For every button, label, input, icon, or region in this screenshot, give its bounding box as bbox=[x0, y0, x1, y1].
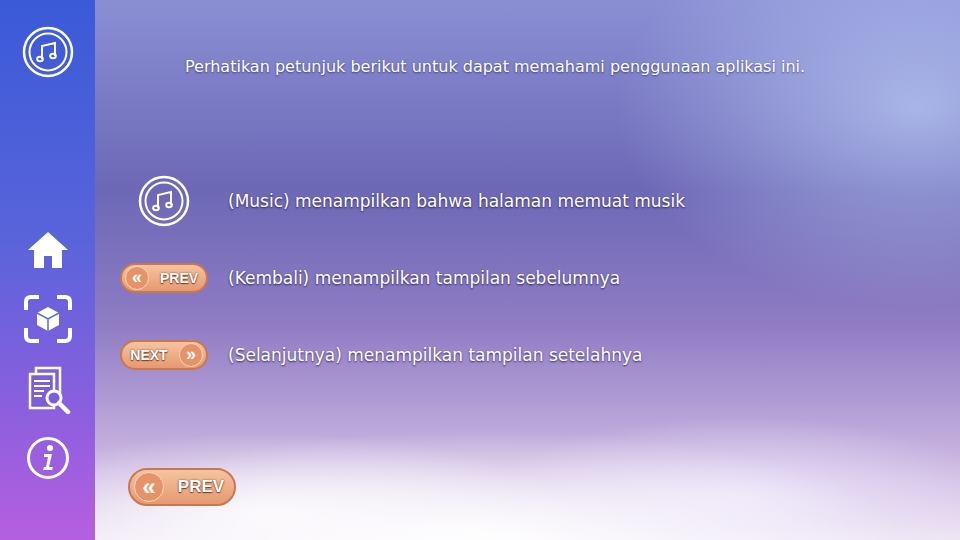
button-label: PREV bbox=[172, 477, 230, 497]
prev-button[interactable]: « PREV bbox=[128, 468, 236, 506]
legend-description: (Kembali) menampilkan tampilan sebelumny… bbox=[228, 268, 620, 288]
info-icon bbox=[26, 436, 70, 480]
sidebar bbox=[0, 0, 95, 540]
documents-button[interactable] bbox=[24, 366, 72, 414]
legend-description: (Selanjutnya) menampilkan tampilan setel… bbox=[228, 345, 642, 365]
music-button[interactable] bbox=[22, 26, 74, 78]
arrow-glyph: « bbox=[134, 472, 164, 502]
instruction-text: Perhatikan petunjuk berikut untuk dapat … bbox=[185, 57, 960, 76]
next-sample-button: » NEXT bbox=[120, 340, 208, 370]
home-icon bbox=[26, 228, 70, 272]
sidebar-nav bbox=[23, 228, 73, 480]
music-icon bbox=[138, 175, 190, 227]
info-button[interactable] bbox=[26, 436, 70, 480]
legend-row: » NEXT (Selanjutnya) menampilkan tampilan … bbox=[120, 328, 960, 381]
music-icon bbox=[22, 26, 74, 78]
prev-sample-button: « PREV bbox=[120, 263, 208, 293]
instructions-panel: Perhatikan petunjuk berikut untuk dapat … bbox=[95, 0, 960, 540]
ar-button[interactable] bbox=[23, 294, 73, 344]
document-search-icon bbox=[24, 366, 72, 414]
arrow-glyph: « bbox=[125, 266, 149, 290]
footer: « PREV bbox=[120, 468, 960, 506]
button-label: PREV bbox=[155, 270, 203, 286]
app-screen: Perhatikan petunjuk berikut untuk dapat … bbox=[0, 0, 960, 540]
legend-description: (Music) menampilkan bahwa halaman memuat… bbox=[228, 191, 685, 211]
ar-cube-icon bbox=[23, 294, 73, 344]
legend-row: (Music) menampilkan bahwa halaman memuat… bbox=[120, 174, 960, 227]
legend-list: (Music) menampilkan bahwa halaman memuat… bbox=[120, 174, 960, 381]
home-button[interactable] bbox=[26, 228, 70, 272]
legend-row: « PREV (Kembali) menampilkan tampilan sebe… bbox=[120, 251, 960, 304]
button-label: NEXT bbox=[125, 347, 173, 363]
arrow-glyph: » bbox=[179, 343, 203, 367]
